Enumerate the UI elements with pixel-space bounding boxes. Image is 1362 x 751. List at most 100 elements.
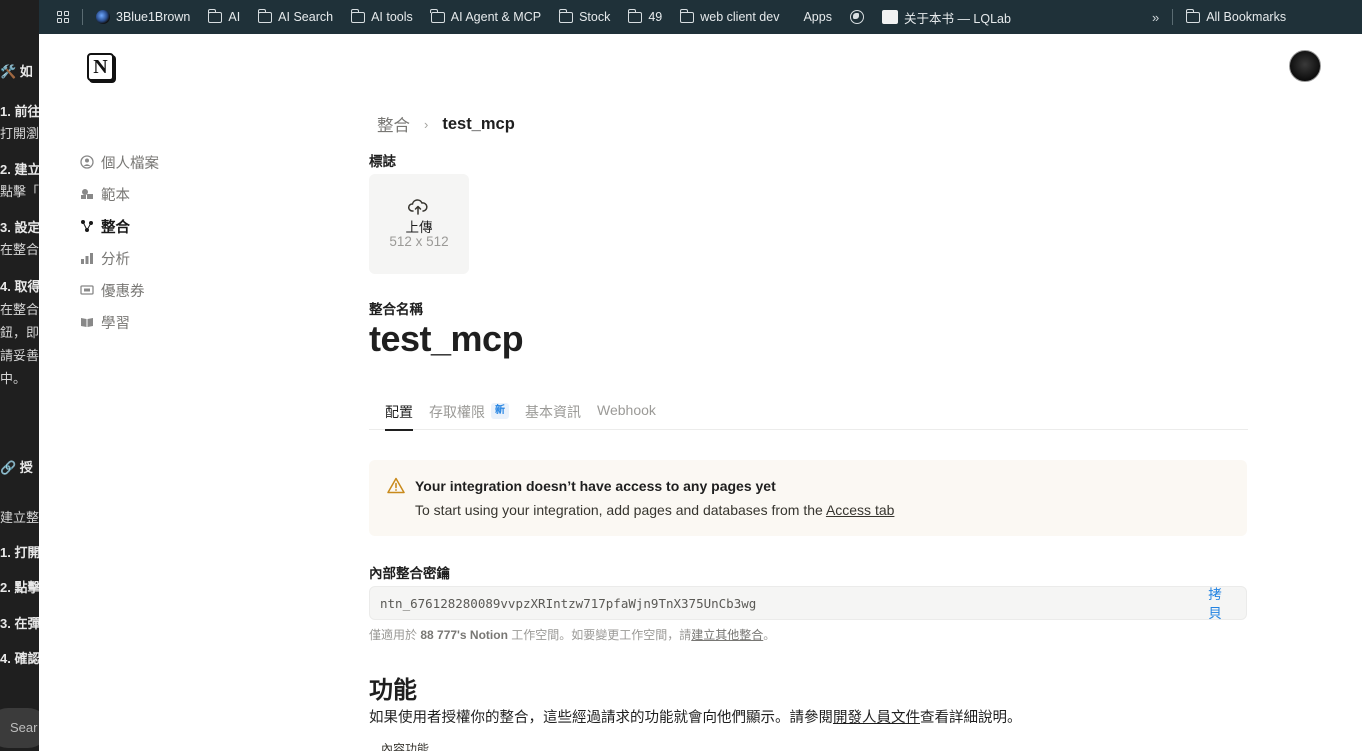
bookmark-label: AI Search: [278, 10, 334, 24]
workspace-name: 88 777's Notion: [420, 628, 508, 642]
folder-icon: [558, 8, 574, 23]
bg-line: 🔗 授: [0, 460, 33, 475]
workspace-hint: 僅適用於 88 777's Notion 工作空間。如要變更工作空間，請建立其他…: [369, 626, 775, 643]
sidebar-item-integrations[interactable]: 整合: [80, 210, 280, 242]
bookmark-folder-ai-tools[interactable]: AI tools: [342, 0, 422, 34]
bookmark-apps[interactable]: Apps: [788, 0, 841, 34]
book-icon: [80, 315, 94, 329]
bg-line: 1. 前往: [0, 104, 39, 119]
integration-title[interactable]: test_mcp: [369, 318, 524, 360]
bg-line: 4. 確認: [0, 651, 39, 666]
hint-text: 工作空間。如要變更工作空間，請: [507, 628, 692, 642]
bookmarks-bar: 3Blue1Brown AI AI Search AI tools AI Age…: [39, 0, 1362, 34]
divider: [1172, 9, 1174, 25]
avatar[interactable]: [1289, 50, 1321, 82]
bookmark-label: Stock: [579, 10, 611, 24]
bookmark-label: All Bookmarks: [1206, 10, 1287, 24]
bookmark-folder-ai[interactable]: AI: [199, 0, 249, 34]
sidebar-item-label: 整合: [101, 219, 130, 236]
bookmark-label: AI tools: [371, 10, 413, 24]
bookmarks-overflow-button[interactable]: »: [1143, 0, 1168, 34]
access-tab-link[interactable]: Access tab: [826, 502, 894, 518]
sidebar-item-label: 學習: [101, 315, 130, 332]
upload-size-hint: 512 x 512: [389, 234, 449, 249]
logo-upload-button[interactable]: 上傳 512 x 512: [369, 174, 469, 274]
grid-icon: [57, 11, 69, 23]
tab-webhook[interactable]: Webhook: [597, 398, 656, 430]
bg-line: 在整合: [0, 242, 39, 257]
divider: [82, 9, 83, 25]
folder-icon: [350, 8, 366, 23]
tab-label: 配置: [385, 404, 413, 420]
all-bookmarks-button[interactable]: All Bookmarks: [1177, 0, 1295, 34]
bg-line: 鈕，即: [0, 325, 39, 340]
bookmark-label: web client dev: [700, 10, 780, 24]
sidebar-item-coupons[interactable]: 優惠券: [80, 274, 280, 306]
bookmark-globe[interactable]: [841, 0, 873, 34]
bookmark-folder-stock[interactable]: Stock: [550, 0, 619, 34]
sidebar-item-label: 個人檔案: [101, 155, 159, 172]
content-capabilities-subheading: 內容功能: [381, 742, 430, 751]
secret-label: 內部整合密鑰: [369, 566, 450, 581]
chevron-right-icon: ›: [424, 116, 429, 132]
sidebar-item-profile[interactable]: 個人檔案: [80, 146, 280, 178]
bookmark-folder-49[interactable]: 49: [619, 0, 671, 34]
globe-icon: [849, 10, 864, 24]
background-window: 🛠️ 如 1. 前往 打開瀏 2. 建立 點擊「 3. 設定 在整合 4. 取得…: [0, 0, 39, 751]
new-badge: 新: [491, 403, 509, 419]
tab-access[interactable]: 存取權限 新: [429, 398, 509, 430]
secret-value: ntn_676128280089vvpzXRIntzw717pfaWjn9TnX…: [380, 596, 757, 611]
folder-icon: [1185, 8, 1201, 23]
no-access-callout: Your integration doesn’t have access to …: [369, 460, 1247, 536]
chevron-double-right-icon: »: [1151, 9, 1160, 25]
folder-icon: [207, 8, 223, 23]
bookmark-folder-web-client-dev[interactable]: web client dev: [671, 0, 788, 34]
bg-line: 在整合: [0, 302, 39, 317]
sidebar: 個人檔案 範本 整合 分析 優惠券 學習: [80, 146, 280, 338]
developer-docs-link[interactable]: 開發人員文件: [833, 710, 920, 726]
hint-text: 。: [763, 628, 776, 642]
copy-button[interactable]: 拷貝: [1208, 585, 1222, 623]
bookmark-label: 49: [648, 10, 663, 24]
secret-field[interactable]: ntn_676128280089vvpzXRIntzw717pfaWjn9TnX…: [369, 585, 1247, 623]
sidebar-item-templates[interactable]: 範本: [80, 178, 280, 210]
templates-icon: [80, 187, 94, 201]
tab-label: 存取權限: [429, 404, 485, 420]
notion-logo[interactable]: N: [87, 53, 114, 81]
breadcrumb-current: test_mcp: [442, 114, 515, 133]
tab-label: 基本資訊: [525, 404, 581, 420]
upload-label: 上傳: [405, 220, 433, 235]
callout-title: Your integration doesn’t have access to …: [415, 478, 776, 494]
bg-search-pill[interactable]: Sear: [0, 708, 39, 748]
coupon-icon: [80, 283, 94, 297]
bookmark-folder-ai-agent-mcp[interactable]: AI Agent & MCP: [422, 0, 550, 34]
folder-icon: [257, 8, 273, 23]
sidebar-item-label: 分析: [101, 251, 130, 268]
bg-line: 🛠️ 如: [0, 64, 33, 79]
tab-label: Webhook: [597, 402, 656, 418]
bookmark-lqlab[interactable]: 关于本书 — LQLab: [873, 0, 1020, 34]
warning-icon: [387, 477, 405, 494]
apps-launcher-button[interactable]: [39, 0, 78, 34]
3blue1brown-icon: [96, 10, 110, 24]
breadcrumb: 整合 › test_mcp: [377, 112, 515, 136]
bookmark-label: Apps: [803, 10, 832, 24]
bg-line: 3. 在彈: [0, 616, 39, 631]
create-integration-link[interactable]: 建立其他整合: [691, 628, 763, 642]
tab-bar: 配置 存取權限 新 基本資訊 Webhook: [369, 398, 1248, 431]
bookmark-folder-ai-search[interactable]: AI Search: [249, 0, 342, 34]
capabilities-description: 如果使用者授權你的整合，這些經過請求的功能就會向他們顯示。請參閱開發人員文件查看…: [369, 706, 1022, 727]
tab-configuration[interactable]: 配置: [385, 398, 413, 431]
bookmark-3blue1brown[interactable]: 3Blue1Brown: [87, 0, 199, 34]
bookmark-label: AI: [228, 10, 241, 24]
sidebar-item-analytics[interactable]: 分析: [80, 242, 280, 274]
callout-body: To start using your integration, add pag…: [415, 502, 894, 518]
bg-line: 3. 設定: [0, 220, 39, 235]
capabilities-heading: 功能: [369, 677, 417, 704]
logo-label: 標誌: [369, 154, 396, 169]
bg-line: 中。: [0, 371, 27, 386]
sidebar-item-learn[interactable]: 學習: [80, 306, 280, 338]
breadcrumb-parent-link[interactable]: 整合: [377, 112, 410, 136]
tab-basic-info[interactable]: 基本資訊: [525, 398, 581, 430]
sidebar-item-label: 優惠券: [101, 283, 145, 300]
